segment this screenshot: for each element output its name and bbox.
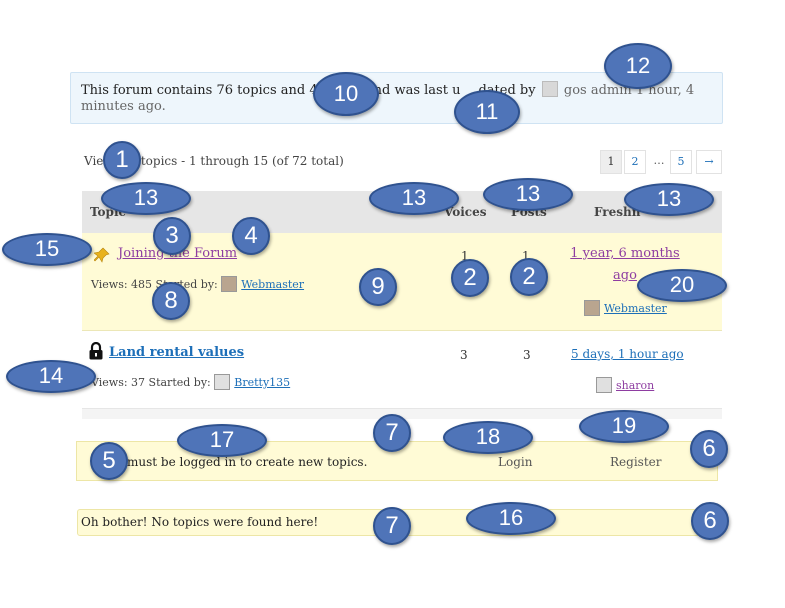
callout-badge: 6	[690, 430, 728, 468]
avatar	[584, 300, 600, 316]
lock-icon	[89, 342, 103, 360]
pin-icon	[94, 247, 110, 263]
forum-info-text-a: This forum contains 76 topics and 4	[81, 83, 318, 98]
callout-badge: 11	[454, 90, 520, 134]
started-by-label: Started by:	[148, 376, 211, 389]
register-link[interactable]: Register	[610, 455, 661, 469]
page-1[interactable]: 1	[600, 150, 622, 174]
avatar	[541, 81, 558, 97]
callout-badge: 10	[313, 72, 379, 116]
callout-badge: 6	[691, 502, 729, 540]
viewing-text-b: 6 topics - 1 through 15 (of 72 total)	[129, 154, 344, 168]
views-count: Views: 485	[91, 278, 153, 291]
callout-badge: 4	[232, 217, 270, 255]
voices-count: 3	[460, 348, 468, 362]
avatar	[221, 276, 238, 292]
callout-badge: 9	[359, 268, 397, 306]
viewing-text-a: Vie	[84, 154, 104, 168]
callout-badge: 13	[369, 182, 459, 215]
freshness-text-b: ago	[613, 268, 637, 283]
page-ellipsis: …	[648, 150, 670, 174]
table-row: Land rental values Views: 37 Started by:…	[82, 331, 722, 409]
freshness-text-a: 1 year, 6 months	[570, 246, 680, 261]
callout-badge: 3	[153, 217, 191, 255]
login-link[interactable]: Login	[498, 455, 532, 469]
avatar	[596, 377, 612, 393]
callout-badge: 12	[604, 43, 672, 89]
freshness-author: sharon	[596, 374, 654, 393]
topic-meta: Views: 485 Started by: Webmaster	[91, 276, 304, 292]
author-link[interactable]: Bretty135	[234, 376, 290, 389]
callout-badge: 13	[624, 183, 714, 216]
next-page-button[interactable]: →	[696, 150, 722, 174]
callout-badge: 14	[6, 360, 96, 393]
freshness-author: Webmaster	[584, 297, 667, 316]
last-updated-time-cont: minutes ago.	[81, 99, 166, 114]
posts-count: 3	[523, 348, 531, 362]
callout-badge: 1	[103, 141, 141, 179]
callout-badge: 15	[2, 233, 92, 266]
page-5[interactable]: 5	[670, 150, 692, 174]
callout-badge: 2	[510, 258, 548, 296]
page-2[interactable]: 2	[624, 150, 646, 174]
callout-badge: 20	[637, 269, 727, 302]
callout-badge: 13	[483, 178, 573, 211]
login-notice-text: must be logged in to create new topics.	[127, 455, 368, 469]
topic-meta: Views: 37 Started by: Bretty135	[91, 374, 290, 390]
callout-badge: 18	[443, 421, 533, 454]
avatar	[214, 374, 231, 390]
callout-badge: 19	[579, 410, 669, 443]
callout-badge: 7	[373, 414, 411, 452]
author-link[interactable]: Webmaster	[241, 278, 304, 291]
views-count: Views: 37	[91, 376, 146, 389]
topic-title-link[interactable]: Land rental values	[109, 345, 244, 360]
callout-badge: 2	[451, 259, 489, 297]
freshness-author-link[interactable]: Webmaster	[604, 302, 667, 315]
callout-badge: 16	[466, 502, 556, 535]
callout-badge: 13	[101, 182, 191, 215]
callout-badge: 7	[373, 507, 411, 545]
freshness-link[interactable]: 5 days, 1 hour ago	[571, 347, 684, 361]
freshness-author-link[interactable]: sharon	[616, 379, 654, 392]
callout-badge: 8	[152, 282, 190, 320]
callout-badge: 5	[90, 442, 128, 480]
callout-badge: 17	[177, 424, 267, 457]
